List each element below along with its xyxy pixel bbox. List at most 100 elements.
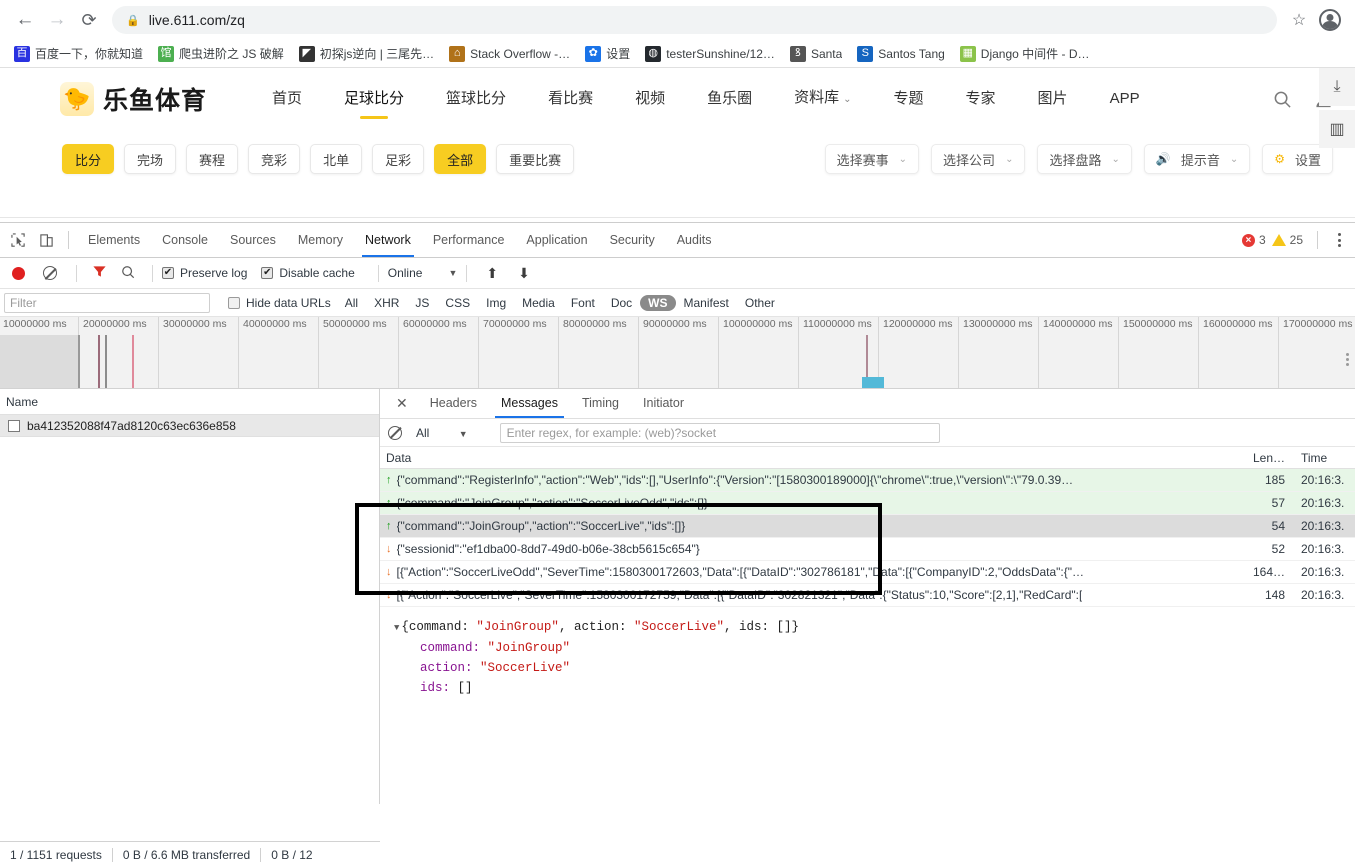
device-toolbar-icon[interactable] xyxy=(32,226,60,254)
site-nav-item-9[interactable]: 图片 xyxy=(1017,69,1089,129)
devtools-more-menu-icon[interactable] xyxy=(1332,233,1347,247)
bookmark-item[interactable]: ✿ 设置 xyxy=(579,42,636,65)
resource-type-ws[interactable]: WS xyxy=(640,294,676,311)
site-nav-item-5[interactable]: 鱼乐圈 xyxy=(686,69,773,129)
site-filter-pill-0[interactable]: 比分 xyxy=(62,144,115,174)
site-filter-pill-2[interactable]: 赛程 xyxy=(186,144,239,174)
resource-type-all[interactable]: All xyxy=(337,295,366,311)
clear-messages-icon[interactable] xyxy=(388,425,402,440)
devtools-tab-security[interactable]: Security xyxy=(599,223,666,257)
devtools-tab-elements[interactable]: Elements xyxy=(77,223,151,257)
bookmark-item[interactable]: 馆爬虫进阶之 JS 破解 xyxy=(152,42,290,65)
reload-button[interactable]: ⟳ xyxy=(74,5,104,35)
hide-data-urls-checkbox[interactable]: Hide data URLs xyxy=(228,296,331,310)
bookmark-item[interactable]: ⌂ Stack Overflow -… xyxy=(443,43,576,65)
bookmark-item[interactable]: ◍ testerSunshine/12… xyxy=(639,43,781,65)
preserve-log-checkbox[interactable]: ✔ Preserve log xyxy=(162,266,247,280)
bookmark-item[interactable]: ◤ 初探js逆向 | 三尾先… xyxy=(293,42,440,65)
back-button[interactable]: ← xyxy=(10,5,40,35)
site-nav-item-6[interactable]: 资料库 ⌄ xyxy=(773,68,872,130)
clear-button[interactable] xyxy=(43,266,57,280)
site-nav-item-10[interactable]: APP xyxy=(1089,69,1161,129)
message-row[interactable]: ↑ {"command":"RegisterInfo","action":"Web… xyxy=(380,469,1355,492)
messages-regex-input[interactable] xyxy=(499,422,940,443)
resource-type-font[interactable]: Font xyxy=(563,295,603,311)
filter-input[interactable] xyxy=(4,292,210,313)
devtools-tab-sources[interactable]: Sources xyxy=(219,223,287,257)
address-bar[interactable]: 🔒 live.611.com/zq xyxy=(112,6,1277,34)
message-row[interactable]: ↓ [{"Action":"SoccerLiveOdd","SeverTime":… xyxy=(380,561,1355,584)
devtools-tab-application[interactable]: Application xyxy=(515,223,598,257)
inspect-element-icon[interactable] xyxy=(4,226,32,254)
grid-rail-button[interactable]: ▥ xyxy=(1319,110,1355,148)
search-icon[interactable] xyxy=(1273,90,1292,109)
direction-arrow-icon: ↓ xyxy=(386,589,392,601)
expand-arrow-icon[interactable]: ▼ xyxy=(394,623,399,633)
json-property-row: command: "JoinGroup" xyxy=(420,638,1355,658)
message-row[interactable]: ↑ {"command":"JoinGroup","action":"Soccer… xyxy=(380,515,1355,538)
record-button[interactable] xyxy=(12,266,25,280)
resource-type-media[interactable]: Media xyxy=(514,295,563,311)
export-har-icon[interactable]: ⬇ xyxy=(518,265,530,282)
resource-type-xhr[interactable]: XHR xyxy=(366,295,407,311)
site-filter-pill-1[interactable]: 完场 xyxy=(124,144,177,174)
resource-type-manifest[interactable]: Manifest xyxy=(676,295,737,311)
search-icon[interactable] xyxy=(121,265,135,282)
import-har-icon[interactable]: ⬆ xyxy=(486,265,498,282)
bookmark-item[interactable]: 百百度一下，你就知道 xyxy=(8,42,149,65)
warning-badge[interactable]: 25 xyxy=(1271,233,1303,247)
site-nav-item-3[interactable]: 看比赛 xyxy=(527,69,614,129)
network-overview-timeline[interactable]: 10000000 ms 20000000 ms 30000000 ms 4000000… xyxy=(0,317,1355,389)
resource-type-other[interactable]: Other xyxy=(737,295,783,311)
filter-icon[interactable] xyxy=(92,264,107,282)
resource-type-img[interactable]: Img xyxy=(478,295,514,311)
devtools-tab-performance[interactable]: Performance xyxy=(422,223,516,257)
site-filter-pill-7[interactable]: 重要比赛 xyxy=(496,144,575,174)
detail-tab-messages[interactable]: Messages xyxy=(489,389,570,418)
profile-avatar-button[interactable] xyxy=(1315,5,1345,35)
site-nav-item-7[interactable]: 专题 xyxy=(873,69,945,129)
resource-type-doc[interactable]: Doc xyxy=(603,295,640,311)
request-row[interactable]: ba412352088f47ad8120c63ec636e858 xyxy=(0,415,379,437)
devtools-tab-audits[interactable]: Audits xyxy=(666,223,723,257)
bookmark-item[interactable]: ꝸ Santa xyxy=(784,43,848,65)
site-filter-pill-5[interactable]: 足彩 xyxy=(372,144,425,174)
web-page-content: 🐤 乐鱼体育 首页 足球比分 篮球比分 看比赛 视频 鱼乐圈 资料库 ⌄ 专题 专家 图片 APP 比… xyxy=(0,68,1355,218)
site-nav-item-1[interactable]: 足球比分 xyxy=(323,69,425,129)
devtools-tab-memory[interactable]: Memory xyxy=(287,223,354,257)
site-nav-item-8[interactable]: 专家 xyxy=(945,69,1017,129)
bookmark-star-icon[interactable]: ☆ xyxy=(1285,6,1313,34)
site-dropdown-2[interactable]: 选择盘路 ⌄ xyxy=(1037,144,1132,174)
download-rail-button[interactable]: ⤓ xyxy=(1319,68,1355,106)
site-dropdown-0[interactable]: 选择赛事 ⌄ xyxy=(824,144,920,174)
throttling-select[interactable]: Online ▼ xyxy=(388,266,458,280)
site-nav-item-0[interactable]: 首页 xyxy=(251,69,323,129)
overview-resize-handle[interactable] xyxy=(1346,353,1349,366)
message-row[interactable]: ↓ [{"Action":"SoccerLive","SeverTime":158… xyxy=(380,584,1355,607)
site-nav-item-2[interactable]: 篮球比分 xyxy=(425,69,527,129)
disable-cache-checkbox[interactable]: ✔ Disable cache xyxy=(261,266,355,280)
bookmark-item[interactable]: ▦ Django 中间件 - D… xyxy=(954,42,1096,65)
message-row[interactable]: ↑ {"command":"JoinGroup","action":"Soccer… xyxy=(380,492,1355,515)
site-nav-item-4[interactable]: 视频 xyxy=(614,69,686,129)
error-badge[interactable]: × 3 xyxy=(1241,233,1266,247)
close-detail-icon[interactable]: ✕ xyxy=(386,395,418,412)
message-row[interactable]: ↓ {"sessionid":"ef1dba00-8dd7-49d0-b06e-3… xyxy=(380,538,1355,561)
resource-type-js[interactable]: JS xyxy=(407,295,437,311)
site-dropdown-1[interactable]: 选择公司 ⌄ xyxy=(931,144,1026,174)
forward-button[interactable]: → xyxy=(42,5,72,35)
site-filter-pill-3[interactable]: 竞彩 xyxy=(248,144,301,174)
bookmark-item[interactable]: S Santos Tang xyxy=(851,43,951,65)
detail-tab-initiator[interactable]: Initiator xyxy=(631,389,696,418)
json-summary-line[interactable]: ▼ {command: "JoinGroup", action: "SoccerL… xyxy=(394,617,1355,638)
resource-type-css[interactable]: CSS xyxy=(437,295,478,311)
message-type-select[interactable]: All ▼ xyxy=(416,426,468,440)
site-logo[interactable]: 🐤 乐鱼体育 xyxy=(60,81,207,117)
devtools-tab-network[interactable]: Network xyxy=(354,223,422,257)
detail-tab-timing[interactable]: Timing xyxy=(570,389,631,418)
site-filter-pill-6[interactable]: 全部 xyxy=(434,144,487,174)
detail-tab-headers[interactable]: Headers xyxy=(418,389,489,418)
site-filter-pill-4[interactable]: 北单 xyxy=(310,144,363,174)
devtools-tab-console[interactable]: Console xyxy=(151,223,219,257)
site-dropdown-3[interactable]: 🔊 提示音 ⌄ xyxy=(1143,144,1251,174)
